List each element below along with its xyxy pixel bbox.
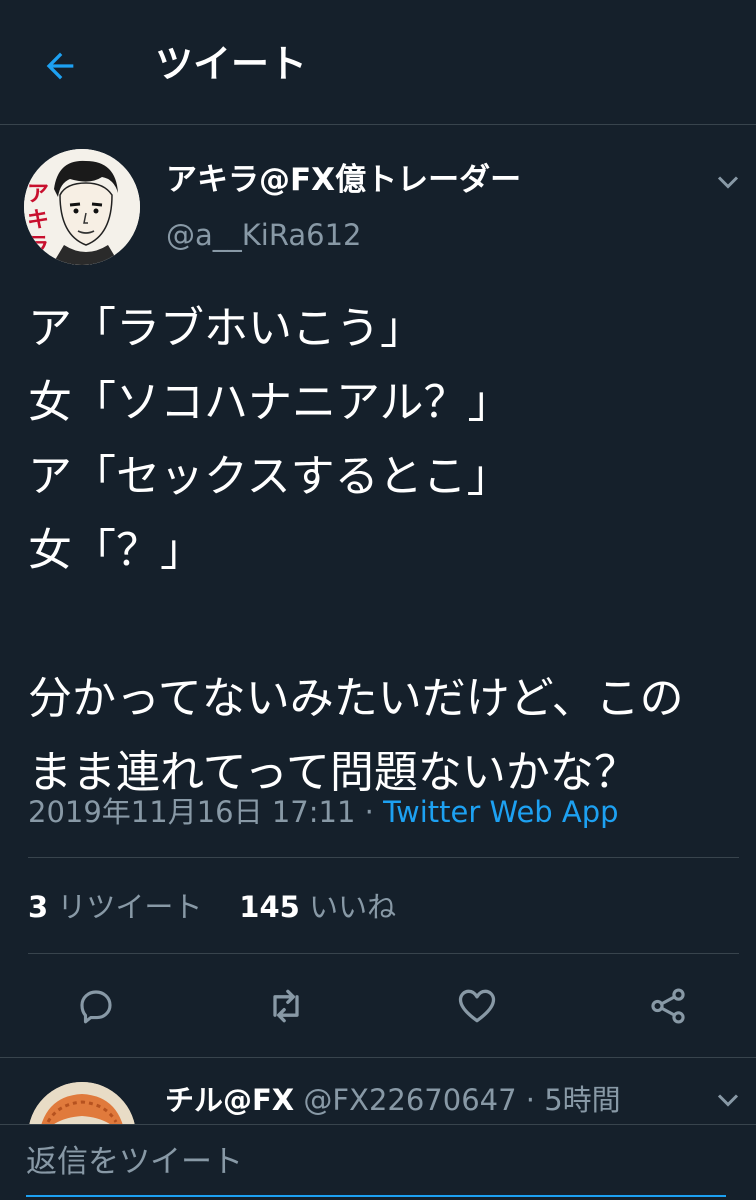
tweet-action-bar [0,976,756,1036]
thread-separator [0,1057,756,1058]
avatar-label-1: ア [27,182,49,207]
reply-button[interactable] [66,976,126,1036]
reply-time: 5時間 [544,1083,621,1117]
reply-separator: · [516,1083,545,1117]
like-stat[interactable]: 145 いいね [239,890,396,924]
avatar-label-3: ラ [27,234,49,259]
tweet-detail-screen: ツイート ア キ ラ アキラ@FX億トレーダー @a__KiRa612 ア「ラブ… [0,0,756,1200]
like-label: いいね [309,890,397,924]
author-display-name[interactable]: アキラ@FX億トレーダー [166,158,521,202]
retweet-icon [273,989,299,1023]
divider [28,857,739,858]
retweet-button[interactable] [256,976,316,1036]
tweet-timestamp: 2019年11月16日 17:11 [28,795,356,829]
reply-input[interactable]: 返信をツイート [26,1139,726,1185]
like-button[interactable] [447,976,507,1036]
back-button[interactable] [36,42,84,90]
share-button[interactable] [638,976,698,1036]
share-icon [651,988,685,1024]
avatar-label-2: キ [27,208,49,233]
like-count: 145 [239,890,300,924]
reply-composer: 返信をツイート [0,1124,756,1200]
author-avatar[interactable]: ア キ ラ [24,149,140,265]
heart-icon [458,989,496,1023]
chevron-down-icon [717,1094,739,1107]
tweet-meta: 2019年11月16日 17:11 · Twitter Web App [28,790,619,834]
author-handle[interactable]: @a__KiRa612 [166,214,361,256]
arrow-left-icon [46,52,74,80]
page-title: ツイート [155,42,308,86]
reply-input-underline [26,1195,726,1197]
divider [28,953,739,954]
reply-menu-button[interactable] [710,1082,746,1118]
retweet-stat[interactable]: 3 リツイート [28,890,202,924]
reply-icon [80,990,112,1024]
reply-handle[interactable]: @FX22670647 [303,1083,516,1117]
tweet-source-link[interactable]: Twitter Web App [383,795,619,829]
retweet-count: 3 [28,890,49,924]
tweet-text: ア「ラブホいこう」 女「ソコハナニアル？」 ア「セックスするとこ」 女「？」 分… [28,303,684,798]
tweet-menu-button[interactable] [710,164,746,200]
tweet-stats: 3 リツイート 145 いいね [28,885,396,929]
meta-separator: · [355,795,384,829]
retweet-label: リツイート [57,890,203,924]
top-app-bar: ツイート [0,0,756,125]
avatar-illustration: ア キ ラ [24,149,140,265]
reply-display-name[interactable]: チル@FX [165,1083,294,1117]
chevron-down-icon [717,176,739,189]
reply-header: チル@FX @FX22670647 · 5時間 [165,1078,621,1122]
